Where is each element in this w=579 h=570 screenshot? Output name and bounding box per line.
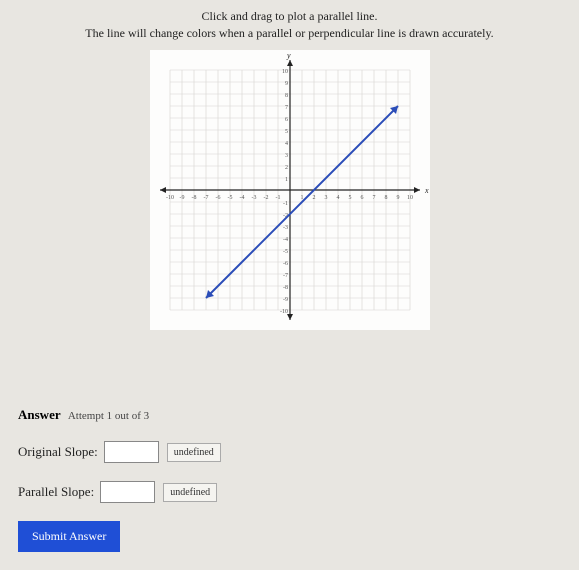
svg-text:4: 4 <box>285 141 288 147</box>
svg-text:-1: -1 <box>283 201 288 207</box>
parallel-undefined-button[interactable]: undefined <box>163 483 217 502</box>
instruction-line-1: Click and drag to plot a parallel line. <box>20 8 559 25</box>
svg-text:5: 5 <box>285 129 288 135</box>
x-axis-arrow-icon <box>414 187 420 193</box>
graph-svg: x y -10 -9 -8 -7 -6 -5 -4 -3 -2 -1 1 2 3 4 5 6 7 8 9 10 10… <box>150 50 430 330</box>
svg-text:9: 9 <box>396 195 399 201</box>
svg-text:-8: -8 <box>283 285 288 291</box>
svg-text:-2: -2 <box>263 195 268 201</box>
submit-answer-button[interactable]: Submit Answer <box>18 521 120 552</box>
svg-text:-4: -4 <box>239 195 244 201</box>
parallel-slope-label: Parallel Slope: <box>18 484 94 500</box>
svg-text:-9: -9 <box>179 195 184 201</box>
svg-text:-6: -6 <box>283 261 288 267</box>
x-axis-arrow-left-icon <box>160 187 166 193</box>
coordinate-plane[interactable]: x y -10 -9 -8 -7 -6 -5 -4 -3 -2 -1 1 2 3 4 5 6 7 8 9 10 10… <box>150 50 430 330</box>
svg-text:-5: -5 <box>283 249 288 255</box>
y-axis-arrow-icon <box>287 60 293 66</box>
svg-text:10: 10 <box>282 69 288 75</box>
svg-text:6: 6 <box>360 195 363 201</box>
answer-section: Answer Attempt 1 out of 3 Original Slope… <box>18 407 221 552</box>
svg-text:7: 7 <box>372 195 375 201</box>
svg-text:8: 8 <box>384 195 387 201</box>
original-slope-row: Original Slope: undefined <box>18 441 221 463</box>
original-slope-input[interactable] <box>104 441 159 463</box>
svg-text:-10: -10 <box>280 309 288 315</box>
instruction-line-2: The line will change colors when a paral… <box>20 25 559 42</box>
svg-text:10: 10 <box>407 195 413 201</box>
svg-text:8: 8 <box>285 93 288 99</box>
svg-text:-1: -1 <box>275 195 280 201</box>
svg-text:4: 4 <box>336 195 339 201</box>
svg-text:-10: -10 <box>166 195 174 201</box>
svg-text:2: 2 <box>285 165 288 171</box>
x-axis-label: x <box>424 186 429 195</box>
svg-text:-4: -4 <box>283 237 288 243</box>
svg-text:-7: -7 <box>203 195 208 201</box>
attempt-text: Attempt 1 out of 3 <box>68 410 149 422</box>
svg-text:-9: -9 <box>283 297 288 303</box>
svg-text:-3: -3 <box>251 195 256 201</box>
svg-text:1: 1 <box>285 177 288 183</box>
svg-text:5: 5 <box>348 195 351 201</box>
svg-text:2: 2 <box>312 195 315 201</box>
svg-text:3: 3 <box>324 195 327 201</box>
svg-text:6: 6 <box>285 117 288 123</box>
svg-text:-3: -3 <box>283 225 288 231</box>
instructions-block: Click and drag to plot a parallel line. … <box>0 0 579 46</box>
svg-text:-6: -6 <box>215 195 220 201</box>
original-undefined-button[interactable]: undefined <box>167 443 221 462</box>
svg-text:3: 3 <box>285 153 288 159</box>
y-axis-label: y <box>286 51 291 60</box>
original-slope-label: Original Slope: <box>18 444 98 460</box>
svg-text:7: 7 <box>285 105 288 111</box>
svg-text:-8: -8 <box>191 195 196 201</box>
parallel-slope-input[interactable] <box>100 481 155 503</box>
answer-label: Answer <box>18 407 61 422</box>
svg-text:-7: -7 <box>283 273 288 279</box>
svg-text:-5: -5 <box>227 195 232 201</box>
parallel-slope-row: Parallel Slope: undefined <box>18 481 221 503</box>
svg-text:9: 9 <box>285 81 288 87</box>
answer-header: Answer Attempt 1 out of 3 <box>18 407 221 423</box>
graph-container: x y -10 -9 -8 -7 -6 -5 -4 -3 -2 -1 1 2 3 4 5 6 7 8 9 10 10… <box>0 50 579 330</box>
